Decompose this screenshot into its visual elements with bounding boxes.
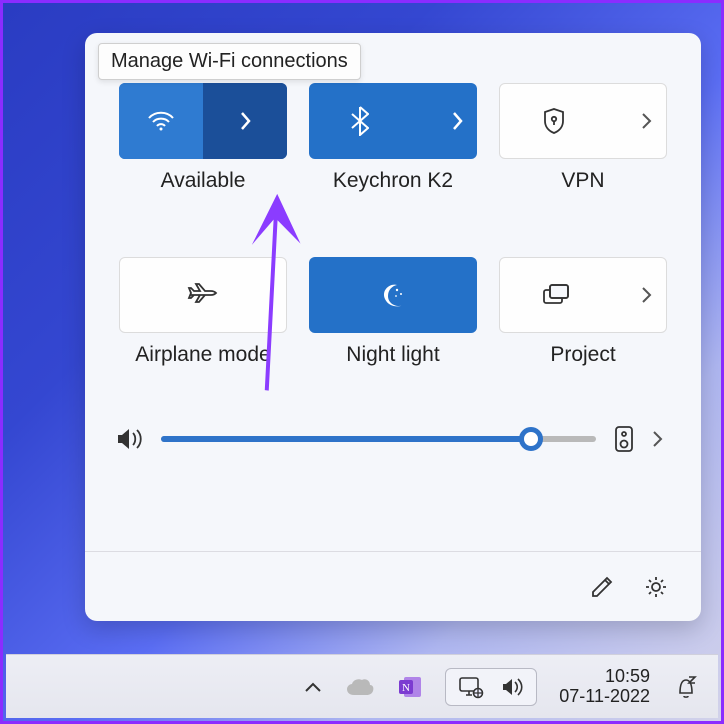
- edit-button[interactable]: [589, 574, 615, 600]
- audio-expand-button[interactable]: [652, 430, 663, 448]
- chevron-right-icon: [451, 111, 463, 131]
- wifi-icon: [147, 110, 175, 132]
- vpn-label: VPN: [561, 169, 604, 193]
- taskbar: N 10:59 07-11-2022: [6, 654, 718, 718]
- bluetooth-label: Keychron K2: [333, 169, 453, 193]
- volume-slider[interactable]: [161, 436, 596, 442]
- bluetooth-expand-button[interactable]: [451, 111, 463, 131]
- project-label: Project: [550, 343, 615, 367]
- airplane-label: Airplane mode: [135, 343, 270, 367]
- wifi-label: Available: [161, 169, 246, 193]
- network-volume-group[interactable]: [445, 668, 537, 706]
- system-tray: N 10:59 07-11-2022: [303, 655, 718, 718]
- panel-footer: [85, 551, 701, 621]
- speaker-icon: [500, 676, 524, 698]
- project-tile[interactable]: [499, 257, 667, 333]
- cloud-icon: [345, 677, 375, 697]
- audio-output-button[interactable]: [614, 425, 634, 453]
- tray-overflow-button[interactable]: [303, 680, 323, 694]
- bluetooth-icon: [351, 106, 369, 136]
- onedrive-tray-icon[interactable]: [345, 677, 375, 697]
- vpn-expand-button[interactable]: [641, 112, 652, 130]
- chevron-right-icon: [641, 286, 652, 304]
- volume-thumb[interactable]: [519, 427, 543, 451]
- chevron-right-icon: [641, 112, 652, 130]
- settings-button[interactable]: [643, 574, 669, 600]
- night-light-label: Night light: [346, 343, 439, 367]
- screenshot-frame: Available Keychron K2: [0, 0, 724, 724]
- wifi-expand-button[interactable]: [203, 83, 287, 159]
- monitor-network-icon: [458, 675, 484, 699]
- shield-icon: [542, 107, 566, 135]
- wifi-toggle[interactable]: [119, 83, 203, 159]
- clock-date: 07-11-2022: [559, 687, 650, 707]
- chevron-right-icon: [652, 430, 663, 448]
- onenote-tray-icon[interactable]: N: [397, 674, 423, 700]
- project-icon: [542, 283, 572, 307]
- taskbar-clock[interactable]: 10:59 07-11-2022: [559, 667, 650, 707]
- speaker-icon[interactable]: [115, 426, 143, 452]
- tile-grid: Available Keychron K2: [85, 33, 701, 367]
- wifi-tile[interactable]: [119, 83, 287, 159]
- pencil-icon: [589, 574, 615, 600]
- airplane-icon: [187, 281, 219, 309]
- quick-settings-panel: Available Keychron K2: [85, 33, 701, 621]
- airplane-tile[interactable]: [119, 257, 287, 333]
- project-expand-button[interactable]: [641, 286, 652, 304]
- vpn-tile[interactable]: [499, 83, 667, 159]
- focus-assist-button[interactable]: [672, 673, 700, 701]
- clock-time: 10:59: [559, 667, 650, 687]
- wifi-tooltip: Manage Wi-Fi connections: [98, 43, 361, 80]
- moon-icon: [380, 282, 406, 308]
- onenote-icon: N: [397, 674, 423, 700]
- chevron-up-icon: [303, 680, 323, 694]
- night-light-tile[interactable]: [309, 257, 477, 333]
- volume-fill: [161, 436, 531, 442]
- bluetooth-tile[interactable]: [309, 83, 477, 159]
- gear-icon: [643, 574, 669, 600]
- chevron-right-icon: [239, 111, 251, 131]
- svg-text:N: N: [402, 682, 410, 694]
- bell-snooze-icon: [672, 673, 700, 701]
- volume-row: [85, 425, 701, 453]
